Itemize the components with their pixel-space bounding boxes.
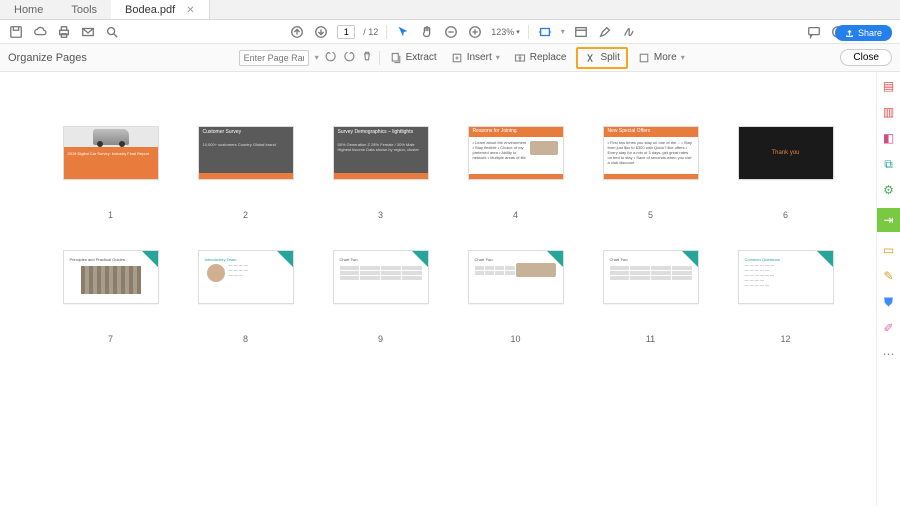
chevron-down-icon[interactable]: ▾ <box>561 27 565 36</box>
page-number: 7 <box>108 334 113 344</box>
page-range-input[interactable] <box>239 50 309 66</box>
split-button[interactable]: Split <box>576 47 627 69</box>
page-number: 1 <box>108 210 113 220</box>
page-number: 10 <box>510 334 520 344</box>
fill-sign-icon[interactable]: ✎ <box>881 268 897 284</box>
close-button[interactable]: Close <box>840 49 892 66</box>
search-icon[interactable] <box>104 24 120 40</box>
page-number: 9 <box>378 334 383 344</box>
pencil-icon[interactable]: ✐ <box>881 320 897 336</box>
page-number: 11 <box>646 334 655 344</box>
page-number-input[interactable] <box>337 25 355 39</box>
divider <box>379 51 380 65</box>
rotate-left-icon[interactable] <box>325 50 337 65</box>
tab-tools[interactable]: Tools <box>57 0 111 19</box>
insert-label: Insert <box>467 52 492 63</box>
chevron-down-icon[interactable]: ▾ <box>315 53 319 62</box>
comment-icon[interactable]: ▭ <box>881 242 897 258</box>
extract-button[interactable]: Extract <box>386 48 441 68</box>
zoom-level[interactable]: 123%▾ <box>491 27 520 37</box>
sign-icon[interactable] <box>621 24 637 40</box>
thumbnail-grid: 2019 Digital Car Survey: Industry Final … <box>0 72 876 506</box>
page-number: 3 <box>378 210 383 220</box>
page-thumbnail[interactable]: Chart Two 9 <box>330 250 431 344</box>
replace-button[interactable]: Replace <box>510 48 571 68</box>
combine-icon[interactable]: ⧉ <box>881 156 897 172</box>
page-number: 8 <box>243 334 248 344</box>
export-pdf-icon[interactable]: ▤ <box>881 78 897 94</box>
page-thumbnail[interactable]: Reasons for Joining • Learn about the en… <box>465 126 566 220</box>
pointer-icon[interactable] <box>395 24 411 40</box>
share-tool-icon[interactable]: ⚙ <box>881 182 897 198</box>
zoom-in-icon[interactable] <box>467 24 483 40</box>
more-label: More <box>654 52 677 63</box>
organize-toolbar: Organize Pages ▾ Extract Insert ▾ Replac… <box>0 44 900 72</box>
page-total-label: / 12 <box>363 27 378 37</box>
fit-width-icon[interactable] <box>537 24 553 40</box>
page-thumbnail[interactable]: Common Questions — — — — — —— — — — —— —… <box>735 250 836 344</box>
more-tools-icon[interactable]: ⋯ <box>881 346 897 362</box>
divider <box>386 25 387 39</box>
page-title: Organize Pages <box>8 52 87 64</box>
page-thumbnail[interactable]: Customer Survey 10,000+ customers Countr… <box>195 126 296 220</box>
insert-button[interactable]: Insert ▾ <box>447 48 504 68</box>
page-number: 5 <box>648 210 653 220</box>
extract-label: Extract <box>406 52 437 63</box>
page-thumbnail[interactable]: Thank you 6 <box>735 126 836 220</box>
document-tabs: Home Tools Bodea.pdf ✕ <box>0 0 900 20</box>
page-thumbnail[interactable]: Chart Two 11 <box>600 250 701 344</box>
edit-pdf-icon[interactable]: ◧ <box>881 130 897 146</box>
page-number: 2 <box>243 210 248 220</box>
read-mode-icon[interactable] <box>573 24 589 40</box>
down-arrow-icon[interactable] <box>313 24 329 40</box>
page-thumbnail[interactable]: 2019 Digital Car Survey: Industry Final … <box>60 126 161 220</box>
tab-document-label: Bodea.pdf <box>125 4 175 16</box>
create-pdf-icon[interactable]: ▥ <box>881 104 897 120</box>
tab-home[interactable]: Home <box>0 0 57 19</box>
page-number: 12 <box>780 334 790 344</box>
page-thumbnail[interactable]: Survey Demographics – lightlights 50% Ge… <box>330 126 431 220</box>
page-thumbnail[interactable]: Introductory Team — — — —— — — —— — — 8 <box>195 250 296 344</box>
page-number: 6 <box>783 210 788 220</box>
share-label: Share <box>858 28 882 38</box>
trash-icon[interactable] <box>361 50 373 65</box>
hand-icon[interactable] <box>419 24 435 40</box>
replace-label: Replace <box>530 52 567 63</box>
close-icon[interactable]: ✕ <box>186 5 194 16</box>
save-icon[interactable] <box>8 24 24 40</box>
page-thumbnail[interactable]: Chart Two 10 <box>465 250 566 344</box>
divider <box>528 25 529 39</box>
mail-icon[interactable] <box>80 24 96 40</box>
cloud-icon[interactable] <box>32 24 48 40</box>
page-thumbnail[interactable]: New Special Offers • First two times you… <box>600 126 701 220</box>
right-sidebar: ▤ ▥ ◧ ⧉ ⚙ ⇥ ▭ ✎ ⛊ ✐ ⋯ <box>876 72 900 506</box>
page-number: 4 <box>513 210 518 220</box>
up-arrow-icon[interactable] <box>289 24 305 40</box>
page-thumbnail[interactable]: Principles and Practical Guides 7 <box>60 250 161 344</box>
main-toolbar: / 12 123%▾ ▾ <box>0 20 900 44</box>
more-button[interactable]: More ▾ <box>634 48 689 68</box>
rotate-right-icon[interactable] <box>343 50 355 65</box>
tab-document[interactable]: Bodea.pdf ✕ <box>111 0 210 19</box>
highlight-icon[interactable] <box>597 24 613 40</box>
organize-pages-icon[interactable]: ⇥ <box>877 208 900 232</box>
share-button[interactable]: Share <box>835 25 892 41</box>
zoom-out-icon[interactable] <box>443 24 459 40</box>
split-label: Split <box>600 52 619 63</box>
chat-icon[interactable] <box>806 24 822 40</box>
thumb-title: 2019 Digital Car Survey: Industry Final … <box>64 147 158 180</box>
protect-icon[interactable]: ⛊ <box>881 294 897 310</box>
print-icon[interactable] <box>56 24 72 40</box>
